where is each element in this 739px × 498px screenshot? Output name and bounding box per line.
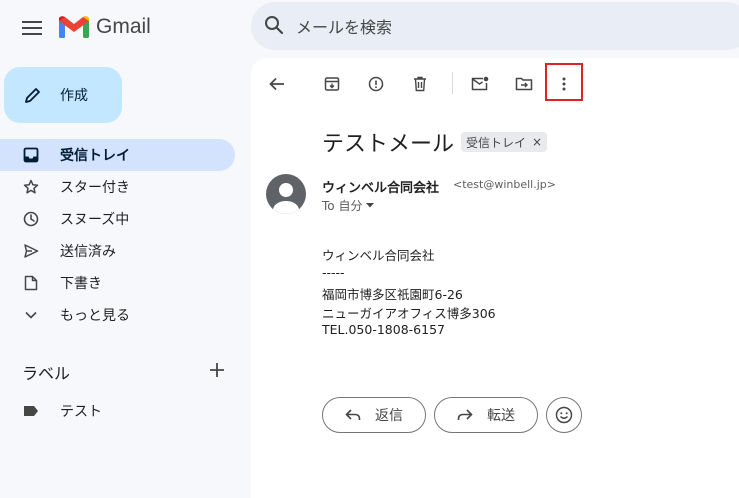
sidebar-item-label: スヌーズ中 xyxy=(60,212,130,228)
inbox-label-chip: 受信トレイ × xyxy=(461,132,548,152)
message-body-line: 福岡市博多区祇園町6-26 xyxy=(322,287,463,302)
draft-icon xyxy=(22,274,40,292)
sender-name: ウィンベル合同会社 xyxy=(322,181,440,196)
sidebar-item-inbox[interactable]: 受信トレイ xyxy=(0,139,235,171)
hamburger-icon xyxy=(22,21,42,35)
arrow-left-icon xyxy=(269,77,284,91)
sidebar-item-label: テスト xyxy=(60,404,102,420)
app-title: Gmail xyxy=(96,15,151,38)
sidebar-item-label: 下書き xyxy=(60,276,102,292)
folder-move-icon xyxy=(515,77,533,91)
sidebar-item-starred[interactable]: スター付き xyxy=(0,171,235,203)
emoji-reaction-button[interactable] xyxy=(546,397,582,433)
reply-icon xyxy=(345,409,361,420)
sidebar-label-test[interactable]: テスト xyxy=(0,395,235,427)
archive-icon xyxy=(324,77,340,91)
recipient-details[interactable]: To 自分 xyxy=(322,197,375,214)
avatar[interactable] xyxy=(266,174,306,214)
reply-label: 返信 xyxy=(375,408,403,424)
trash-icon xyxy=(414,76,426,92)
highlight-box xyxy=(545,63,583,101)
star-icon xyxy=(22,178,40,196)
caret-down-icon xyxy=(366,203,375,208)
sidebar-item-label: スター付き xyxy=(60,180,130,196)
message-subject: テストメール xyxy=(322,132,455,157)
sidebar-item-snoozed[interactable]: スヌーズ中 xyxy=(0,203,235,235)
gmail-logo[interactable]: Gmail xyxy=(58,12,151,42)
mail-dot-icon xyxy=(471,76,489,91)
forward-label: 転送 xyxy=(487,408,515,424)
gmail-m-icon xyxy=(59,16,89,38)
report-spam-button[interactable] xyxy=(364,72,388,96)
mark-unread-button[interactable] xyxy=(468,72,492,96)
label-chip-text: 受信トレイ xyxy=(466,135,527,150)
back-button[interactable] xyxy=(265,72,289,96)
pencil-icon xyxy=(25,88,40,103)
chevron-down-icon xyxy=(22,306,40,324)
sidebar-item-label: もっと見る xyxy=(60,308,130,324)
search-icon[interactable] xyxy=(264,15,284,35)
sender-email: <test@winbell.jp> xyxy=(453,178,556,191)
message-body-line: ----- xyxy=(322,265,345,280)
forward-button[interactable]: 転送 xyxy=(434,397,538,433)
reply-button[interactable]: 返信 xyxy=(322,397,426,433)
message-body-line: TEL.050-1808-6157 xyxy=(322,322,445,337)
alert-icon xyxy=(368,76,384,92)
sidebar-item-label: 送信済み xyxy=(60,244,116,260)
toolbar-divider xyxy=(452,72,453,94)
forward-icon xyxy=(457,409,473,420)
labels-heading: ラベル xyxy=(22,364,71,383)
sidebar-item-drafts[interactable]: 下書き xyxy=(0,267,235,299)
compose-button[interactable]: 作成 xyxy=(4,67,122,123)
recipient-label: To 自分 xyxy=(322,199,363,213)
search-input[interactable]: メールを検索 xyxy=(296,14,392,38)
move-to-button[interactable] xyxy=(512,72,536,96)
label-icon xyxy=(22,402,40,420)
message-body-line: ニューガイアオフィス博多306 xyxy=(322,306,496,321)
send-icon xyxy=(22,242,40,260)
compose-label: 作成 xyxy=(60,88,88,104)
clock-icon xyxy=(22,210,40,228)
inbox-icon xyxy=(22,146,40,164)
archive-button[interactable] xyxy=(320,72,344,96)
sidebar-item-more[interactable]: もっと見る xyxy=(0,299,235,331)
main-menu-button[interactable] xyxy=(18,14,46,42)
message-body-line: ウィンベル合同会社 xyxy=(322,248,435,263)
sidebar-item-label: 受信トレイ xyxy=(60,148,130,164)
person-icon xyxy=(273,183,299,214)
sidebar-item-sent[interactable]: 送信済み xyxy=(0,235,235,267)
delete-button[interactable] xyxy=(408,72,432,96)
remove-label-button[interactable]: × xyxy=(532,135,542,149)
emoji-icon xyxy=(555,406,573,424)
add-label-icon[interactable] xyxy=(207,360,227,380)
